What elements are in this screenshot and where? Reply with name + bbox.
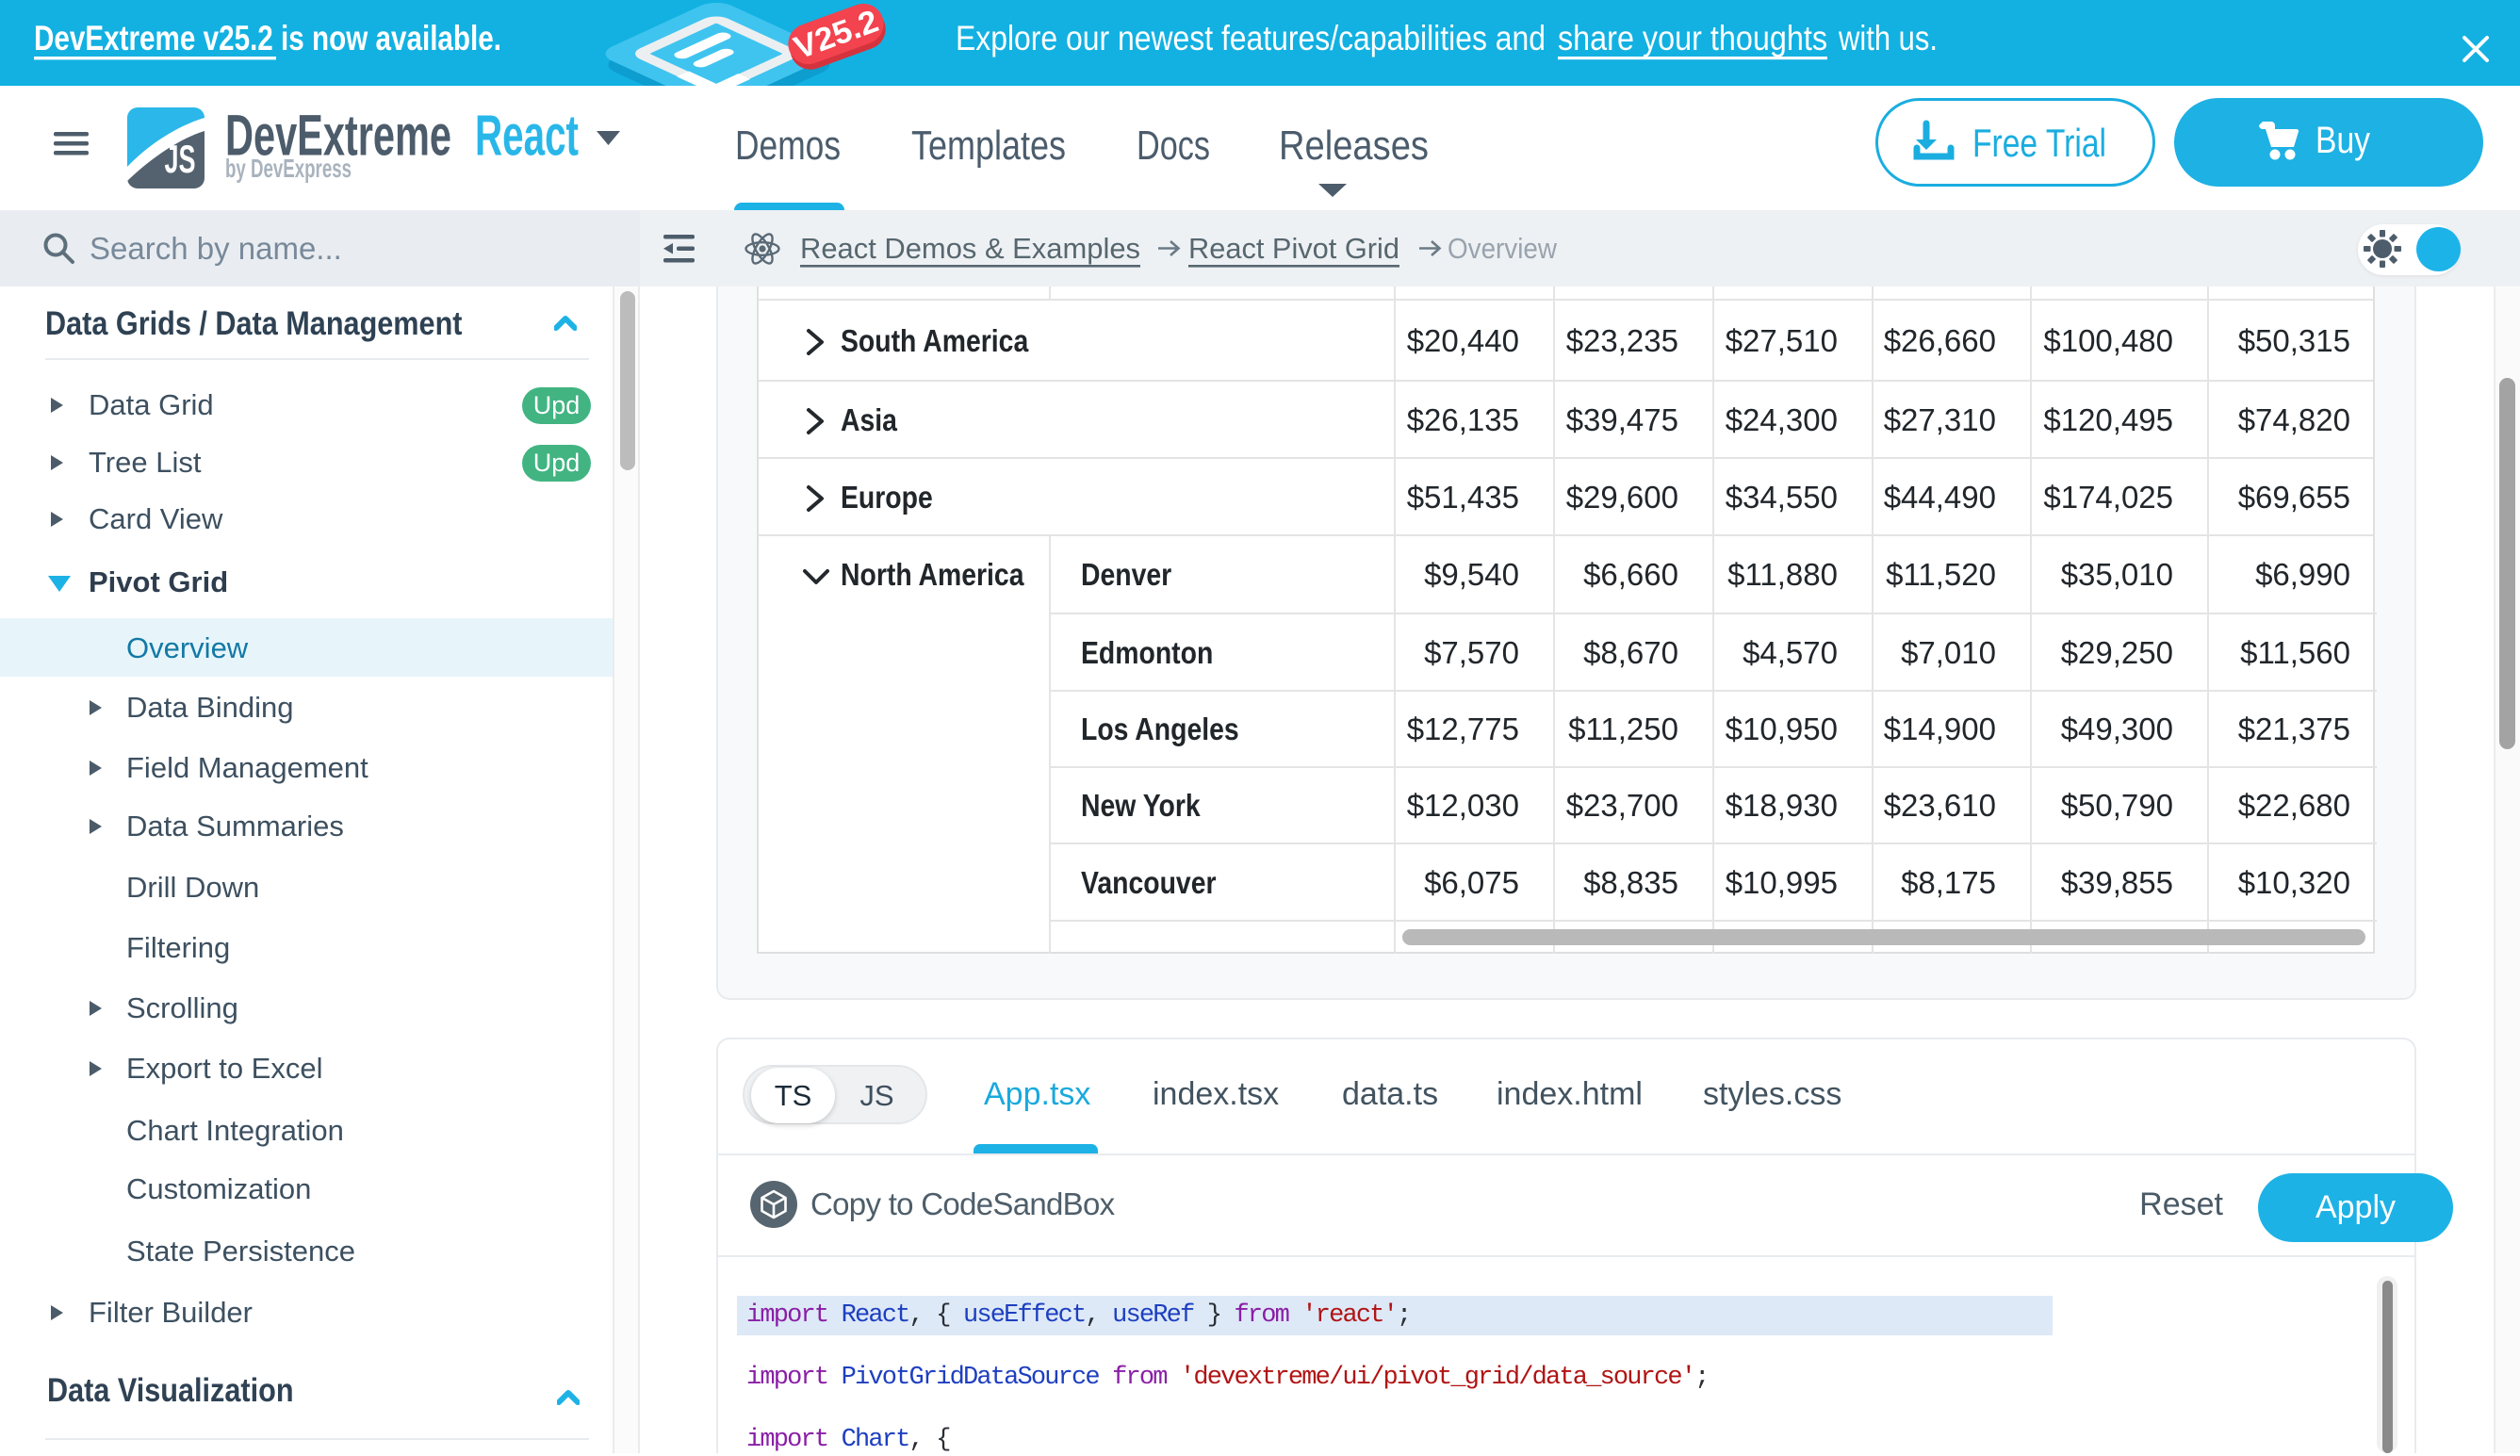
svg-text:Overview: Overview xyxy=(1448,232,1558,265)
svg-text:Explore our newest features/ca: Explore our newest features/capabilities… xyxy=(956,19,1546,57)
svg-text:Templates: Templates xyxy=(911,123,1066,169)
svg-text:React Demos & Examples: React Demos & Examples xyxy=(800,232,1140,265)
svg-text:React: React xyxy=(475,104,579,168)
svg-text:Docs: Docs xyxy=(1137,123,1210,169)
svg-text:share your thoughts: share your thoughts xyxy=(1558,19,1827,57)
svg-text:by DevExpress: by DevExpress xyxy=(225,154,352,183)
svg-text:Buy: Buy xyxy=(2315,120,2370,161)
svg-text:DevExtreme v25.2 is now availa: DevExtreme v25.2 is now available. xyxy=(34,19,501,57)
svg-text:React Pivot Grid: React Pivot Grid xyxy=(1188,232,1399,265)
svg-text:Free Trial: Free Trial xyxy=(1972,121,2106,165)
svg-text:Demos: Demos xyxy=(735,123,841,169)
svg-text:Releases: Releases xyxy=(1279,123,1429,169)
svg-text:with us.: with us. xyxy=(1838,19,1938,57)
